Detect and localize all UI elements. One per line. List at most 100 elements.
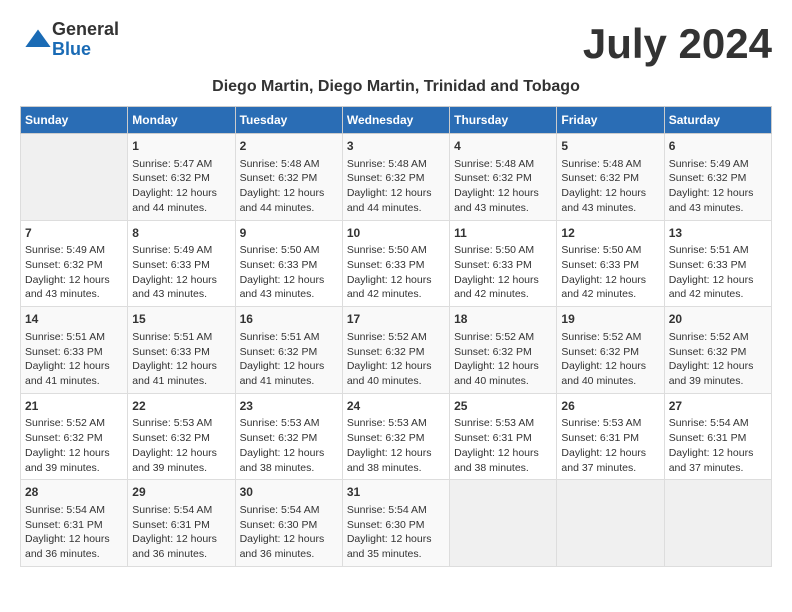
day-info: Daylight: 12 hours [347,446,445,461]
day-info: Daylight: 12 hours [132,273,230,288]
day-info: Sunrise: 5:50 AM [240,243,338,258]
day-number: 8 [132,225,230,242]
day-info: Sunset: 6:33 PM [132,258,230,273]
day-info: Sunset: 6:32 PM [454,171,552,186]
day-info: Daylight: 12 hours [25,446,123,461]
day-info: Sunset: 6:31 PM [132,518,230,533]
day-info: Daylight: 12 hours [240,532,338,547]
day-info: Sunrise: 5:53 AM [240,416,338,431]
day-number: 22 [132,398,230,415]
day-info: Daylight: 12 hours [132,186,230,201]
logo: General Blue [20,20,119,60]
day-info: Sunset: 6:32 PM [240,345,338,360]
calendar-cell: 1Sunrise: 5:47 AMSunset: 6:32 PMDaylight… [128,134,235,221]
logo-text: General Blue [52,20,119,60]
day-info: Daylight: 12 hours [454,273,552,288]
calendar-cell: 13Sunrise: 5:51 AMSunset: 6:33 PMDayligh… [664,220,771,307]
day-info: Sunrise: 5:53 AM [347,416,445,431]
day-info: and 41 minutes. [25,374,123,389]
day-number: 1 [132,138,230,155]
day-info: Sunrise: 5:50 AM [347,243,445,258]
day-info: Sunrise: 5:54 AM [669,416,767,431]
day-info: and 39 minutes. [132,461,230,476]
day-info: Sunset: 6:31 PM [561,431,659,446]
day-number: 2 [240,138,338,155]
day-info: Sunrise: 5:52 AM [25,416,123,431]
day-info: Sunrise: 5:50 AM [561,243,659,258]
day-info: Sunset: 6:32 PM [347,431,445,446]
logo-blue: Blue [52,40,119,60]
day-number: 29 [132,484,230,501]
day-info: and 42 minutes. [347,287,445,302]
day-info: Sunrise: 5:54 AM [25,503,123,518]
day-info: Sunrise: 5:52 AM [669,330,767,345]
day-info: and 35 minutes. [347,547,445,562]
calendar-cell: 27Sunrise: 5:54 AMSunset: 6:31 PMDayligh… [664,393,771,480]
calendar-cell: 10Sunrise: 5:50 AMSunset: 6:33 PMDayligh… [342,220,449,307]
day-number: 14 [25,311,123,328]
day-info: and 43 minutes. [25,287,123,302]
day-number: 11 [454,225,552,242]
day-number: 26 [561,398,659,415]
day-info: Sunrise: 5:51 AM [25,330,123,345]
day-info: Daylight: 12 hours [240,273,338,288]
day-info: and 39 minutes. [669,374,767,389]
day-info: Daylight: 12 hours [561,273,659,288]
week-row-2: 7Sunrise: 5:49 AMSunset: 6:32 PMDaylight… [21,220,772,307]
day-info: Daylight: 12 hours [561,359,659,374]
logo-icon [24,26,52,54]
day-info: Sunrise: 5:52 AM [454,330,552,345]
col-monday: Monday [128,107,235,134]
day-info: Sunset: 6:32 PM [347,345,445,360]
day-info: Daylight: 12 hours [669,186,767,201]
day-info: Daylight: 12 hours [132,532,230,547]
day-number: 3 [347,138,445,155]
day-info: Sunset: 6:33 PM [454,258,552,273]
calendar-cell: 11Sunrise: 5:50 AMSunset: 6:33 PMDayligh… [450,220,557,307]
col-tuesday: Tuesday [235,107,342,134]
day-info: Sunset: 6:32 PM [240,431,338,446]
day-info: Sunset: 6:31 PM [669,431,767,446]
day-number: 9 [240,225,338,242]
calendar-cell: 16Sunrise: 5:51 AMSunset: 6:32 PMDayligh… [235,307,342,394]
day-info: Sunrise: 5:48 AM [561,157,659,172]
day-info: Sunrise: 5:52 AM [561,330,659,345]
calendar-header: Sunday Monday Tuesday Wednesday Thursday… [21,107,772,134]
day-info: Sunset: 6:33 PM [347,258,445,273]
day-info: Daylight: 12 hours [454,359,552,374]
day-info: Sunset: 6:32 PM [669,345,767,360]
calendar-cell [664,480,771,567]
day-info: and 40 minutes. [347,374,445,389]
col-friday: Friday [557,107,664,134]
day-info: and 41 minutes. [132,374,230,389]
day-info: and 38 minutes. [240,461,338,476]
calendar-cell: 12Sunrise: 5:50 AMSunset: 6:33 PMDayligh… [557,220,664,307]
day-number: 10 [347,225,445,242]
calendar-cell: 26Sunrise: 5:53 AMSunset: 6:31 PMDayligh… [557,393,664,480]
day-number: 21 [25,398,123,415]
day-info: Daylight: 12 hours [454,186,552,201]
day-info: Sunset: 6:32 PM [240,171,338,186]
day-number: 18 [454,311,552,328]
calendar-cell: 7Sunrise: 5:49 AMSunset: 6:32 PMDaylight… [21,220,128,307]
day-info: and 43 minutes. [669,201,767,216]
day-info: Sunrise: 5:54 AM [347,503,445,518]
day-number: 23 [240,398,338,415]
day-info: Sunrise: 5:47 AM [132,157,230,172]
day-info: Daylight: 12 hours [347,186,445,201]
calendar-cell: 8Sunrise: 5:49 AMSunset: 6:33 PMDaylight… [128,220,235,307]
day-info: Sunrise: 5:48 AM [240,157,338,172]
day-info: Sunrise: 5:48 AM [454,157,552,172]
calendar-cell: 19Sunrise: 5:52 AMSunset: 6:32 PMDayligh… [557,307,664,394]
day-info: Daylight: 12 hours [25,273,123,288]
day-info: and 43 minutes. [240,287,338,302]
day-info: Sunset: 6:32 PM [132,431,230,446]
day-info: Sunset: 6:30 PM [347,518,445,533]
day-info: Sunset: 6:33 PM [25,345,123,360]
day-info: Sunset: 6:32 PM [25,258,123,273]
day-info: Sunset: 6:30 PM [240,518,338,533]
day-info: Sunrise: 5:53 AM [454,416,552,431]
day-info: Sunrise: 5:49 AM [669,157,767,172]
calendar-table: Sunday Monday Tuesday Wednesday Thursday… [20,106,772,567]
day-info: Daylight: 12 hours [669,359,767,374]
